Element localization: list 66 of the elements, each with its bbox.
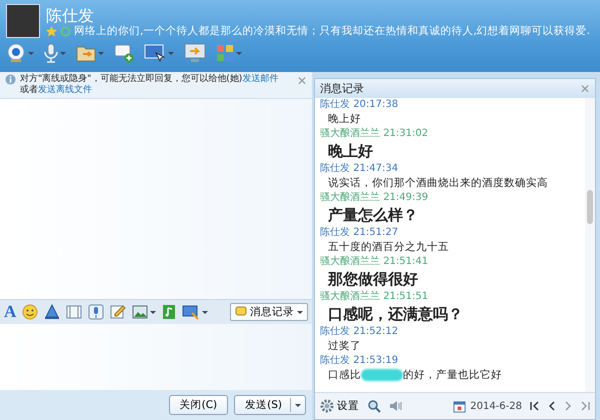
- message-text: 晚上好: [328, 141, 373, 162]
- history-button[interactable]: 消息记录: [230, 303, 308, 321]
- notice-text: 对方"离线或隐身"，可能无法立即回复，您可以给他(她)发送邮件 或者发送离线文件: [20, 74, 280, 96]
- message-sender-time: 骚大酿酒兰兰 21:51:41: [320, 255, 430, 268]
- message-text: 产量怎么样？: [328, 205, 418, 226]
- caret-icon: [295, 404, 301, 406]
- send-button[interactable]: 发送(S): [234, 395, 306, 415]
- send-mail-link[interactable]: 发送邮件: [242, 74, 278, 84]
- search-icon[interactable]: [367, 399, 381, 413]
- message-sender-time: 陈仕发 21:47:34: [320, 162, 400, 175]
- message-input-field[interactable]: [0, 324, 312, 390]
- signature-text: 网络上的你们,一个个待人都是那么的冷漠和无情；只有我却还在热情和真诚的待人,幻想着网聊可以获得爱.: [74, 24, 590, 38]
- message-sender-time: 骚大酿酒兰兰 21:31:02: [320, 127, 430, 140]
- gear-icon: [320, 399, 334, 413]
- screen-share-icon[interactable]: [144, 43, 166, 63]
- speech-bubble-icon: [235, 306, 247, 318]
- caret-icon: [297, 310, 303, 314]
- music-note-icon[interactable]: [162, 304, 176, 320]
- speaker-icon[interactable]: [389, 399, 403, 413]
- message-text: 口感呢，还满意吗？: [328, 304, 463, 325]
- film-frame-icon[interactable]: [66, 305, 82, 319]
- settings-button[interactable]: 设置: [320, 399, 359, 413]
- message-text: 那您做得很好: [328, 269, 418, 290]
- avatar-photo: [6, 4, 40, 38]
- message-text: 晚上好: [328, 112, 361, 127]
- close-button[interactable]: 关闭(C): [168, 395, 228, 415]
- font-icon[interactable]: A: [4, 302, 16, 322]
- app-grid-icon[interactable]: [216, 44, 234, 62]
- message-text: 过奖了: [328, 339, 361, 354]
- smiley-icon[interactable]: [22, 304, 38, 320]
- next-icon[interactable]: [564, 401, 572, 411]
- info-icon: [5, 74, 16, 85]
- message-text: 说实话，你们那个酒曲烧出来的酒度数确实高: [328, 176, 548, 191]
- note-pencil-icon[interactable]: [110, 304, 126, 320]
- message-text: 口感比: [328, 368, 361, 383]
- refresh-circle-icon: [60, 26, 71, 36]
- dropdown-caret-icon[interactable]: [150, 310, 156, 314]
- message-sender-time: 陈仕发 21:52:12: [320, 325, 400, 338]
- dropdown-caret-icon[interactable]: [202, 310, 208, 314]
- date-text: 2014-6-28: [470, 400, 522, 412]
- image-icon[interactable]: [132, 305, 148, 319]
- monitor-arrow-icon[interactable]: [184, 43, 206, 63]
- contact-name: 陈仕发: [46, 6, 95, 26]
- message-sender-time: 骚大酿酒兰兰 21:51:51: [320, 290, 430, 303]
- message-sender-time: 陈仕发 21:53:19: [320, 354, 400, 367]
- scrollbar[interactable]: [585, 98, 595, 392]
- bell-icon[interactable]: [44, 304, 60, 320]
- redaction-blur: [361, 369, 403, 381]
- message-sender-time: 骚大酿酒兰兰 21:49:39: [320, 191, 430, 204]
- first-page-icon[interactable]: [530, 401, 540, 411]
- screenshot-icon[interactable]: [182, 304, 200, 320]
- previous-icon[interactable]: [548, 401, 556, 411]
- chat-bubble-plus-icon[interactable]: [114, 43, 134, 63]
- panel-title: 消息记录: [320, 81, 364, 96]
- message-text: 的好，产量也比它好: [403, 368, 502, 383]
- folder-icon[interactable]: [76, 44, 96, 62]
- webcam-icon[interactable]: [6, 43, 26, 63]
- last-page-icon[interactable]: [580, 401, 590, 411]
- message-sender-time: 陈仕发 20:17:38: [320, 98, 400, 111]
- star-icon: [46, 26, 57, 36]
- message-text: 五十度的酒百分之九十五: [328, 240, 449, 255]
- microphone-icon[interactable]: [44, 43, 58, 63]
- voice-message-icon[interactable]: [88, 304, 104, 320]
- send-file-link[interactable]: 发送离线文件: [38, 85, 92, 95]
- calendar-icon[interactable]: [453, 400, 466, 412]
- message-sender-time: 陈仕发 21:51:27: [320, 226, 400, 239]
